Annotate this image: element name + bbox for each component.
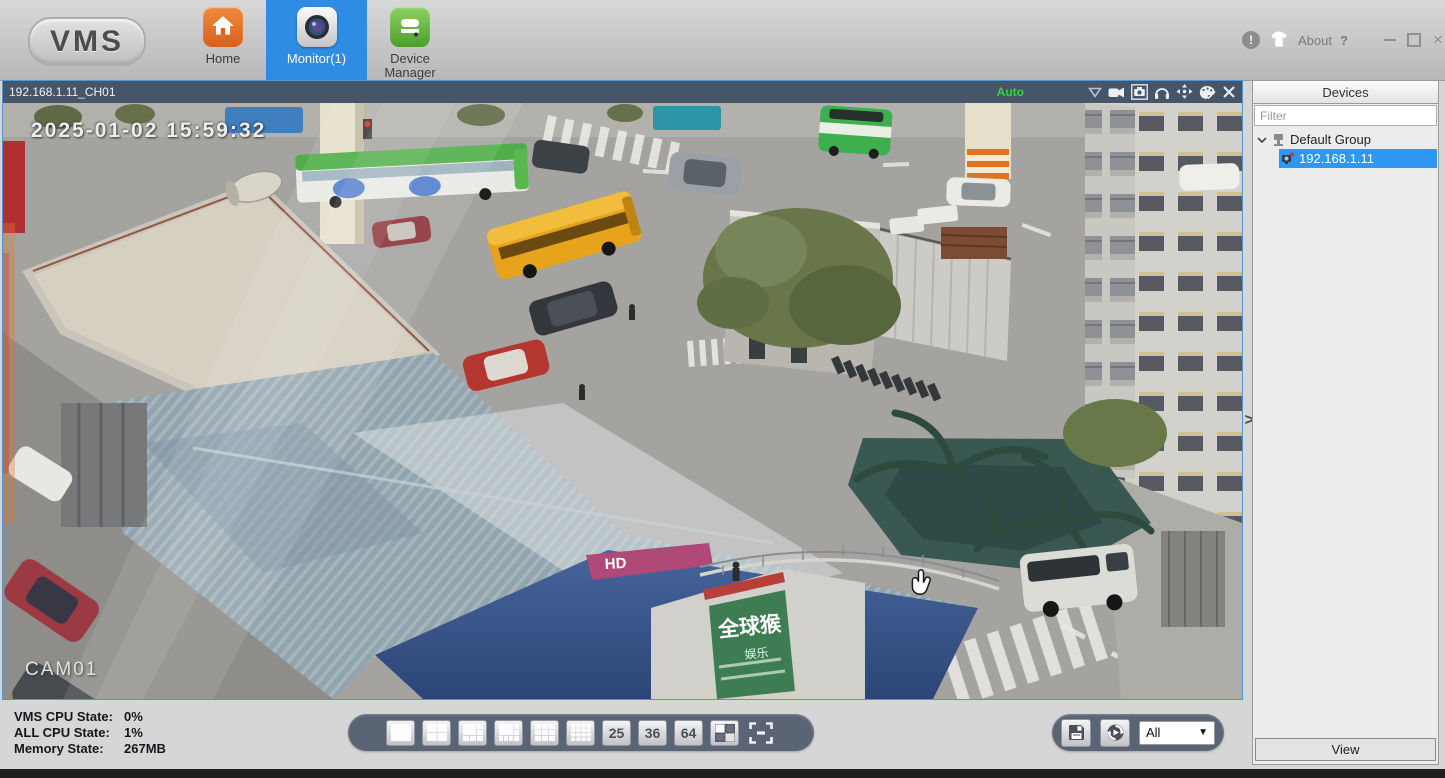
- tree-device-row-selected[interactable]: 192.168.1.11: [1279, 149, 1437, 168]
- stream-type-value: All: [1146, 725, 1160, 740]
- close-icon[interactable]: [1222, 85, 1236, 99]
- timestamp-overlay: 2025-01-02 15:59:32: [31, 119, 266, 143]
- layout-36-button[interactable]: 36: [638, 720, 667, 746]
- camcorder-icon[interactable]: [1108, 85, 1125, 100]
- tab-monitor-label: Monitor(1): [287, 52, 346, 66]
- status-bar: VMS CPU State:0% ALL CPU State:1% Memory…: [14, 709, 166, 757]
- filter-input[interactable]: [1254, 105, 1437, 126]
- tab-device-manager[interactable]: DeviceManager: [372, 0, 448, 80]
- device-label: 192.168.1.11: [1299, 151, 1374, 166]
- layout-4-button[interactable]: [422, 720, 451, 746]
- skin-tshirt-icon[interactable]: [1268, 30, 1290, 50]
- refresh-stream-button[interactable]: [1100, 719, 1130, 747]
- video-title: 192.168.1.11_CH01: [9, 85, 116, 99]
- window-top-right-controls: ! About ? ×: [1242, 30, 1445, 50]
- app-logo: VMS: [28, 17, 146, 66]
- audio-icon[interactable]: [1154, 85, 1170, 100]
- status-row-memory: Memory State:267MB: [14, 741, 166, 757]
- status-row-vms-cpu: VMS CPU State:0%: [14, 709, 166, 725]
- layout-16-button[interactable]: [566, 720, 595, 746]
- dropdown-arrow-icon: ▼: [1198, 727, 1208, 738]
- snapshot-icon[interactable]: [1131, 84, 1148, 100]
- window-bottom-edge: [0, 769, 1445, 778]
- cursor-pointer-icon: [909, 569, 933, 601]
- close-button[interactable]: ×: [1430, 32, 1445, 48]
- layout-toolbar: 25 36 64: [348, 714, 814, 751]
- device-manager-icon: [390, 7, 430, 47]
- tab-device-manager-label: DeviceManager: [384, 52, 435, 80]
- save-view-button[interactable]: [1061, 719, 1091, 747]
- help-link[interactable]: ?: [1340, 33, 1348, 48]
- stream-type-select[interactable]: All ▼: [1139, 721, 1215, 745]
- compound-wall: [876, 205, 1011, 361]
- stream-toolbar: All ▼: [1052, 714, 1224, 751]
- view-button[interactable]: View: [1255, 738, 1436, 761]
- tab-monitor[interactable]: Monitor(1): [266, 0, 367, 80]
- stream-dropdown-icon[interactable]: [1088, 87, 1102, 98]
- white-sedan: [946, 177, 1011, 207]
- layout-6-button[interactable]: [458, 720, 487, 746]
- layout-64-button[interactable]: 64: [674, 720, 703, 746]
- chevron-down-icon[interactable]: [1257, 136, 1267, 144]
- top-toolbar: VMS Home Monitor(1) DeviceManager: [0, 0, 1445, 81]
- devices-panel-title: Devices: [1253, 81, 1438, 104]
- tab-home-label: Home: [206, 52, 241, 66]
- layout-8-button[interactable]: [494, 720, 523, 746]
- refresh-icon: [1106, 723, 1125, 742]
- layout-custom-button[interactable]: [710, 720, 739, 746]
- devices-panel: Devices Default Group 192.168.1.11 View: [1252, 80, 1439, 765]
- group-icon: [1271, 133, 1286, 147]
- ptz-icon[interactable]: [1176, 84, 1193, 100]
- layout-9-button[interactable]: [530, 720, 559, 746]
- maximize-button[interactable]: [1406, 32, 1422, 48]
- video-frame[interactable]: HD 全球猴 娱乐: [3, 103, 1242, 699]
- status-row-all-cpu: ALL CPU State:1%: [14, 725, 166, 741]
- white-sedan-2: [1179, 163, 1240, 191]
- layout-1-button[interactable]: [386, 720, 415, 746]
- video-tile[interactable]: 192.168.1.11_CH01 Auto: [2, 80, 1243, 700]
- video-titlebar: 192.168.1.11_CH01 Auto: [3, 81, 1242, 103]
- camera-device-icon: [1281, 152, 1295, 165]
- fullscreen-button[interactable]: [746, 719, 776, 747]
- group-label: Default Group: [1290, 132, 1371, 147]
- layout-25-button[interactable]: 25: [602, 720, 631, 746]
- about-link[interactable]: About: [1298, 33, 1332, 48]
- stream-quality-label[interactable]: Auto: [997, 85, 1024, 99]
- cctv-scene: HD 全球猴 娱乐: [3, 103, 1242, 699]
- alert-icon[interactable]: !: [1242, 31, 1260, 49]
- save-icon: [1068, 724, 1085, 741]
- minimize-button[interactable]: [1382, 32, 1398, 48]
- red-truck-edge: [3, 141, 25, 233]
- gray-car: [667, 151, 743, 196]
- image-adjust-icon[interactable]: [1199, 85, 1216, 100]
- camera-label-overlay: CAM01: [25, 659, 98, 681]
- banner-text: HD: [604, 555, 627, 573]
- home-icon: [203, 7, 243, 47]
- tab-home[interactable]: Home: [186, 0, 260, 80]
- tree-group-row[interactable]: Default Group: [1257, 130, 1435, 149]
- green-sign: [709, 590, 795, 699]
- monitor-icon: [297, 7, 337, 47]
